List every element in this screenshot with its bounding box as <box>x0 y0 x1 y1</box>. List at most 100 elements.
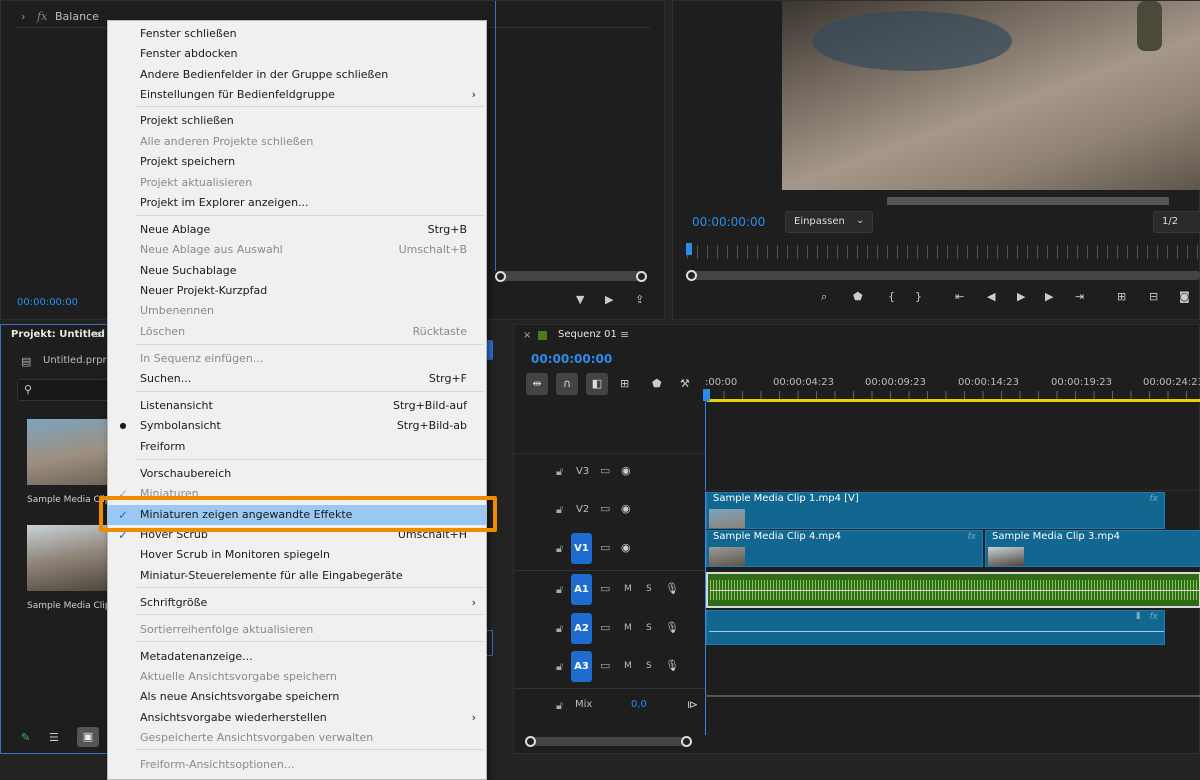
insert-tool-button[interactable]: ⇹ <box>526 373 548 395</box>
project-tab[interactable]: Projekt: Untitled <box>11 329 105 340</box>
eye-icon[interactable]: ◉ <box>621 541 631 554</box>
menu-item[interactable]: Ansichtsvorgabe wiederherstellen › <box>108 708 486 728</box>
menu-item[interactable]: Einstellungen für Bedienfeldgruppe › <box>108 85 486 105</box>
clip-a1-audio[interactable] <box>706 572 1200 608</box>
lift-icon[interactable]: ⊞ <box>1117 290 1126 303</box>
play-audio-icon[interactable]: ▶ <box>605 293 613 306</box>
media-thumbnail-2[interactable] <box>27 525 111 591</box>
icon-view-button[interactable]: ▣ <box>77 727 99 747</box>
zoom-handle-left[interactable] <box>495 271 506 282</box>
program-timecode[interactable]: 00:00:00:00 <box>692 215 765 229</box>
menu-item[interactable]: Projekt speichern <box>108 152 486 172</box>
expand-chevron-icon[interactable]: › <box>21 10 25 23</box>
timeline-zoom-bar[interactable] <box>531 737 687 746</box>
menu-item[interactable]: Fenster schließen <box>108 24 486 44</box>
volume-line[interactable] <box>710 590 1199 591</box>
step-forward-icon[interactable]: ▶ <box>1045 290 1053 303</box>
microphone-icon[interactable]: 🎙︎ <box>665 582 679 595</box>
clip-v2[interactable]: Sample Media Clip 1.mp4 [V] fx <box>706 492 1165 529</box>
resolution-dropdown[interactable]: 1/2 <box>1153 211 1200 233</box>
lock-icon[interactable]: 🔓︎ <box>556 660 563 674</box>
eye-icon[interactable]: ◉ <box>621 464 631 477</box>
clip-v1-a[interactable]: Sample Media Clip 4.mp4 fx <box>706 530 983 567</box>
pencil-icon[interactable]: ✎ <box>21 731 30 744</box>
list-view-icon[interactable]: ☰ <box>49 731 59 744</box>
source-patch-a3[interactable]: A3 <box>571 651 592 682</box>
menu-item[interactable]: Schriftgröße › <box>108 593 486 613</box>
lock-icon[interactable]: 🔓︎ <box>556 542 563 556</box>
menu-item[interactable]: Listenansicht Strg+Bild-auf <box>108 396 486 416</box>
menu-item[interactable]: Neuer Projekt-Kurzpfad <box>108 281 486 301</box>
add-marker-icon[interactable]: ⬟ <box>853 290 863 303</box>
mark-out-icon[interactable]: } <box>915 290 922 303</box>
mark-in-icon[interactable]: { <box>888 290 895 303</box>
wrench-icon[interactable]: ⚒ <box>680 377 690 390</box>
menu-item[interactable]: Neue Suchablage <box>108 261 486 281</box>
lock-icon[interactable]: 🔓︎ <box>556 503 563 517</box>
sequence-menu-icon[interactable]: ≡ <box>620 328 629 341</box>
monitor-scrollbar[interactable] <box>887 197 1169 205</box>
volume-line[interactable] <box>709 631 1164 632</box>
menu-item[interactable]: Als neue Ansichtsvorgabe speichern <box>108 687 486 707</box>
eye-icon[interactable]: ◉ <box>621 502 631 515</box>
export-icon[interactable]: ⇪ <box>635 293 644 306</box>
lock-icon[interactable]: 🔓︎ <box>556 465 563 479</box>
mix-volume-value[interactable]: 0,0 <box>631 699 647 710</box>
sync-lock-icon[interactable]: ▭ <box>600 582 610 595</box>
panel-menu-icon[interactable]: ≡ <box>93 328 102 341</box>
menu-item[interactable]: Vorschaubereich <box>108 464 486 484</box>
menu-item[interactable]: ● Symbolansicht Strg+Bild-ab <box>108 416 486 436</box>
menu-item[interactable]: Miniatur-Steuerelemente für alle Eingabe… <box>108 566 486 586</box>
track-label[interactable]: V2 <box>576 504 589 515</box>
search-input[interactable]: ⚲ <box>17 379 111 401</box>
monitor-zoom-bar[interactable] <box>691 271 1200 280</box>
timeline-zoom-handle-left[interactable] <box>525 736 536 747</box>
sequence-tab[interactable]: Sequenz 01 <box>558 329 617 340</box>
source-patch-a1[interactable]: A1 <box>571 574 592 605</box>
sync-lock-icon[interactable]: ▭ <box>600 464 610 477</box>
add-marker-icon[interactable]: ⬟ <box>652 377 662 390</box>
add-edit-icon[interactable]: ⊞ <box>620 377 629 390</box>
timeline-playhead-marker[interactable] <box>703 389 710 401</box>
extract-icon[interactable]: ⊟ <box>1149 290 1158 303</box>
go-to-out-icon[interactable]: ⇥ <box>1075 290 1084 303</box>
source-patch-v1[interactable]: V1 <box>571 533 592 564</box>
monitor-zoom-handle[interactable] <box>686 270 697 281</box>
monitor-playhead-marker[interactable] <box>686 243 692 255</box>
menu-item[interactable]: Projekt schließen <box>108 111 486 131</box>
menu-item[interactable]: Suchen... Strg+F <box>108 369 486 389</box>
work-area-bar[interactable] <box>707 399 1200 402</box>
menu-item[interactable]: Andere Bedienfelder in der Gruppe schlie… <box>108 65 486 85</box>
microphone-icon[interactable]: 🎙︎ <box>665 659 679 672</box>
solo-button[interactable]: S <box>646 584 652 594</box>
sync-lock-icon[interactable]: ▭ <box>600 621 610 634</box>
export-frame-icon[interactable]: ⌕ <box>821 290 827 304</box>
monitor-ruler[interactable] <box>687 245 1200 259</box>
fit-dropdown[interactable]: Einpassen ⌄ <box>785 211 873 233</box>
zoom-handle-right[interactable] <box>636 271 647 282</box>
step-back-icon[interactable]: ◀ <box>987 290 995 303</box>
menu-item[interactable]: Fenster abdocken <box>108 44 486 64</box>
mute-button[interactable]: M <box>624 584 632 594</box>
time-ruler[interactable]: :00:00 00:00:04:23 00:00:09:23 00:00:14:… <box>705 375 1200 403</box>
menu-item[interactable]: Neue Ablage Strg+B <box>108 220 486 240</box>
filter-icon[interactable]: ▼ <box>576 293 584 306</box>
lock-icon[interactable]: 🔓︎ <box>556 622 563 636</box>
close-tab-icon[interactable]: × <box>523 330 531 341</box>
clip-a2-audio[interactable]: ⫴ fx <box>706 610 1165 645</box>
sync-lock-icon[interactable]: ▭ <box>600 541 610 554</box>
play-icon[interactable]: ▶ <box>1017 290 1025 303</box>
clip-v1-b[interactable]: Sample Media Clip 3.mp4 <box>985 530 1200 567</box>
snap-tool-button[interactable]: ∩ <box>556 373 578 395</box>
camera-icon[interactable]: ◙ <box>1179 290 1190 303</box>
go-to-end-icon[interactable]: ⧐ <box>687 698 698 711</box>
source-patch-a2[interactable]: A2 <box>571 613 592 644</box>
effect-controls-timecode[interactable]: 00:00:00:00 <box>17 297 78 308</box>
mute-button[interactable]: M <box>624 661 632 671</box>
sync-lock-icon[interactable]: ▭ <box>600 502 610 515</box>
menu-item[interactable]: Hover Scrub in Monitoren spiegeln <box>108 545 486 565</box>
solo-button[interactable]: S <box>646 661 652 671</box>
mute-button[interactable]: M <box>624 623 632 633</box>
zoom-scrollbar[interactable] <box>498 271 644 281</box>
lock-icon[interactable]: 🔓︎ <box>556 583 563 597</box>
